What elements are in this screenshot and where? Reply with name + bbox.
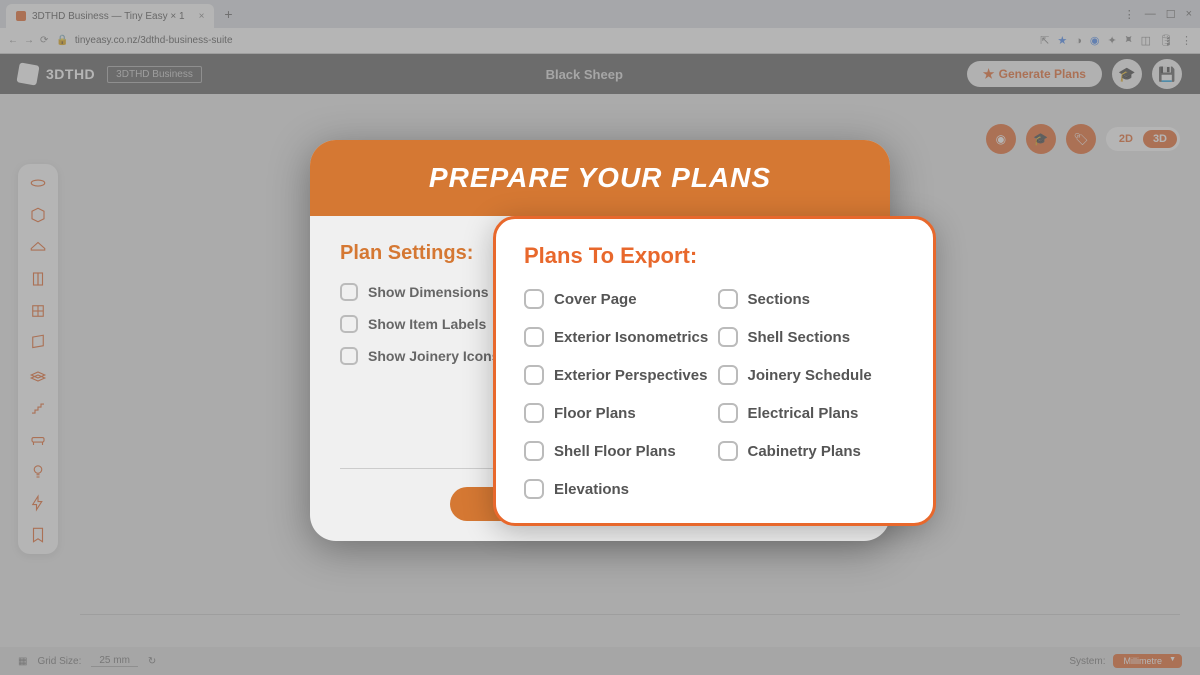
- checkbox-icon[interactable]: [340, 283, 358, 301]
- export-label: Exterior Isonometrics: [554, 329, 708, 346]
- export-shell-floor-plans[interactable]: Shell Floor Plans: [524, 441, 712, 461]
- export-cover-page[interactable]: Cover Page: [524, 289, 712, 309]
- export-label: Exterior Perspectives: [554, 367, 707, 384]
- checkbox-icon[interactable]: [524, 365, 544, 385]
- checkbox-icon[interactable]: [718, 365, 738, 385]
- export-label: Joinery Schedule: [748, 367, 872, 384]
- export-label: Shell Floor Plans: [554, 443, 676, 460]
- export-shell-sections[interactable]: Shell Sections: [718, 327, 906, 347]
- export-label: Floor Plans: [554, 405, 636, 422]
- checkbox-icon[interactable]: [524, 403, 544, 423]
- checkbox-icon[interactable]: [718, 403, 738, 423]
- plans-to-export-panel: Plans To Export: Cover Page Sections Ext…: [493, 216, 936, 526]
- export-joinery-schedule[interactable]: Joinery Schedule: [718, 365, 906, 385]
- checkbox-icon[interactable]: [718, 289, 738, 309]
- export-title: Plans To Export:: [524, 243, 905, 269]
- checkbox-icon[interactable]: [524, 479, 544, 499]
- export-electrical-plans[interactable]: Electrical Plans: [718, 403, 906, 423]
- checkbox-icon[interactable]: [718, 327, 738, 347]
- setting-label: Show Item Labels: [368, 316, 486, 332]
- checkbox-icon[interactable]: [524, 441, 544, 461]
- export-label: Shell Sections: [748, 329, 851, 346]
- export-label: Cover Page: [554, 291, 637, 308]
- export-elevations[interactable]: Elevations: [524, 479, 712, 499]
- export-label: Elevations: [554, 481, 629, 498]
- setting-label: Show Dimensions: [368, 284, 489, 300]
- checkbox-icon[interactable]: [340, 315, 358, 333]
- export-exterior-perspectives[interactable]: Exterior Perspectives: [524, 365, 712, 385]
- export-label: Sections: [748, 291, 811, 308]
- checkbox-icon[interactable]: [524, 327, 544, 347]
- setting-label: Show Joinery Icons: [368, 348, 499, 364]
- checkbox-icon[interactable]: [718, 441, 738, 461]
- export-floor-plans[interactable]: Floor Plans: [524, 403, 712, 423]
- export-exterior-isonometrics[interactable]: Exterior Isonometrics: [524, 327, 712, 347]
- modal-title: PREPARE YOUR PLANS: [310, 140, 890, 216]
- export-cabinetry-plans[interactable]: Cabinetry Plans: [718, 441, 906, 461]
- checkbox-icon[interactable]: [340, 347, 358, 365]
- export-label: Electrical Plans: [748, 405, 859, 422]
- checkbox-icon[interactable]: [524, 289, 544, 309]
- export-sections[interactable]: Sections: [718, 289, 906, 309]
- export-label: Cabinetry Plans: [748, 443, 861, 460]
